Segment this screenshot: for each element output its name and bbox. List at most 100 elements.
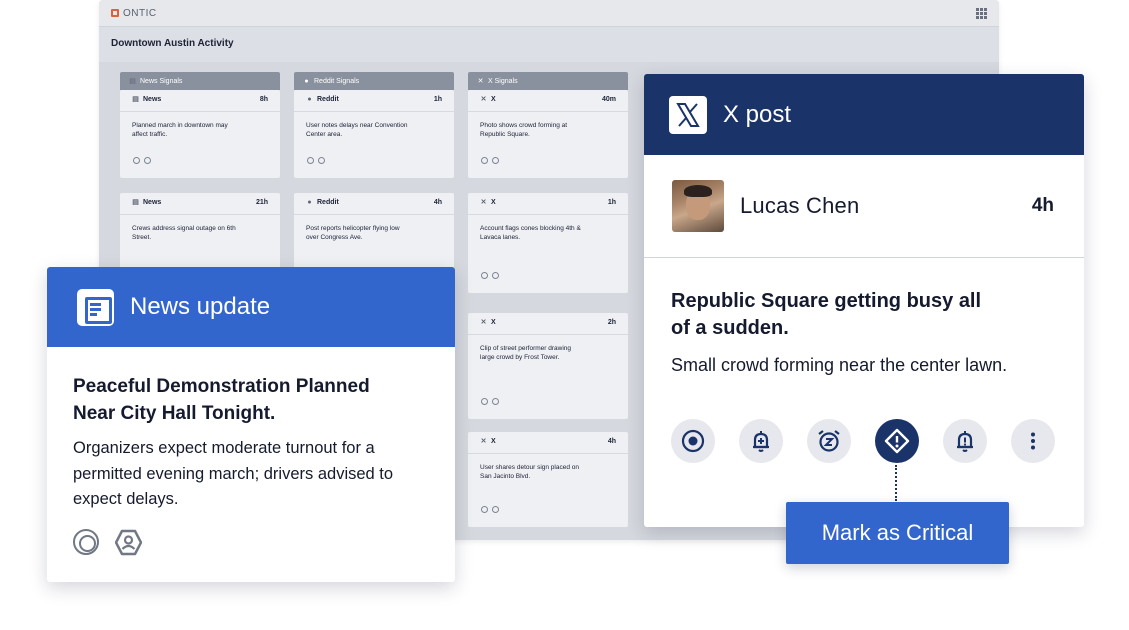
card-source: News [143,199,162,206]
profile-hex-icon[interactable] [114,529,143,556]
profile-icon[interactable] [492,506,499,513]
tooltip-connector [895,465,897,501]
column-label: News Signals [140,77,183,85]
top-bar: ONTIC [99,0,999,27]
card-time: 2h [607,319,616,326]
document-icon: ▤ [129,77,136,85]
news-description: Organizers expect moderate turnout for a… [73,439,394,508]
bell-add-icon [753,431,769,452]
snooze-button[interactable] [807,419,851,463]
news-update-card[interactable]: News update Peaceful Demonstration Plann… [47,267,455,582]
ontic-logo-icon [111,9,119,17]
card-time: 40m [601,96,616,103]
author-row: Lucas Chen 4h [644,155,1084,258]
card-time: 4h [607,438,616,445]
post-actions [671,419,1055,463]
column-header-news[interactable]: ▤ News Signals [120,72,280,90]
card-source: X [491,96,496,103]
apps-grid-icon[interactable] [976,7,987,19]
signal-card[interactable]: ✕ X 2h Clip of street performer drawing la… [468,313,628,419]
column-label: X Signals [488,77,518,85]
card-source: X [491,319,496,326]
alert-bell-icon [957,431,973,452]
card-time: 8h [259,96,268,103]
card-source: Reddit [317,199,339,206]
card-source: X [491,199,496,206]
target-button[interactable] [671,419,715,463]
target-icon[interactable] [307,157,314,164]
signal-card[interactable]: ● Reddit 1h User notes delays near Convent… [294,90,454,178]
news-headline: Peaceful Demonstration Planned Near City… [73,376,370,424]
target-icon[interactable] [481,398,488,405]
more-options-button[interactable] [1011,419,1055,463]
mark-critical-button[interactable] [875,419,919,463]
page-title: Downtown Austin Activity [111,38,234,49]
x-post-card[interactable]: X post Lucas Chen 4h Republic Square get… [644,74,1084,527]
reddit-icon: ● [307,96,312,103]
card-text: Account flags cones blocking 4th & Lavac… [480,225,581,241]
target-icon[interactable] [481,157,488,164]
card-text: Planned march in downtown may affect tra… [132,122,228,138]
brand-name: ONTIC [123,7,157,19]
card-text: Clip of street performer drawing large c… [480,345,572,361]
document-icon: ▤ [132,96,139,103]
news-actions [73,529,143,556]
target-icon[interactable] [481,272,488,279]
card-text: Photo shows crowd forming at Republic Sq… [480,122,568,138]
mark-critical-tooltip: Mark as Critical [786,502,1009,564]
card-time: 21h [255,199,268,206]
x-icon: ✕ [477,77,484,85]
alert-button[interactable] [943,419,987,463]
post-headline: Republic Square getting busy all of a su… [671,290,982,339]
signal-card[interactable]: ▤ News 8h Planned march in downtown may af… [120,90,280,178]
document-icon: ▤ [132,199,139,206]
card-source: News [143,96,162,103]
card-text: Post reports helicopter flying low over … [306,225,400,241]
stage: ONTIC Downtown Austin Activity ▤ News Si… [0,0,1129,630]
news-card-title: News update [130,293,271,320]
signal-card[interactable]: ✕ X 4h User shares detour sign placed on S… [468,432,628,527]
post-time: 4h [1031,195,1054,216]
add-alert-button[interactable] [739,419,783,463]
card-text: User notes delays near Convention Center… [306,122,408,138]
profile-icon[interactable] [144,157,151,164]
signal-card[interactable]: ✕ X 1h Account flags cones blocking 4th & … [468,193,628,293]
profile-icon[interactable] [318,157,325,164]
card-time: 1h [607,199,616,206]
card-time: 4h [433,199,442,206]
x-card-title: X post [723,100,792,128]
target-icon [681,429,705,453]
profile-icon[interactable] [492,272,499,279]
column-header-x[interactable]: ✕ X Signals [468,72,628,90]
author-name[interactable]: Lucas Chen [740,193,1032,219]
column-header-reddit[interactable]: ● Reddit Signals [294,72,454,90]
target-icon[interactable] [481,506,488,513]
profile-icon[interactable] [492,398,499,405]
column-label: Reddit Signals [314,77,360,85]
more-vertical-icon [1031,432,1035,450]
x-icon: ✕ [480,319,487,326]
reddit-icon: ● [307,199,312,206]
target-icon[interactable] [73,529,99,555]
post-description: Small crowd forming near the center lawn… [671,355,1008,375]
document-icon [77,288,114,326]
x-logo-icon [669,95,707,134]
card-source: X [491,438,496,445]
signal-card[interactable]: ✕ X 40m Photo shows crowd forming at Repub… [468,90,628,178]
profile-icon[interactable] [492,157,499,164]
x-icon: ✕ [480,438,487,445]
card-source: Reddit [317,96,339,103]
snooze-alarm-icon [818,430,840,452]
card-time: 1h [433,96,442,103]
reddit-icon: ● [304,77,309,85]
x-card-header: X post [644,74,1084,155]
brand[interactable]: ONTIC [111,8,157,19]
target-icon[interactable] [133,157,140,164]
news-card-header: News update [47,267,455,347]
x-icon: ✕ [480,96,487,103]
critical-diamond-icon [884,428,910,454]
card-text: Crews address signal outage on 6th Stree… [132,225,236,241]
avatar[interactable] [672,180,724,232]
x-icon: ✕ [480,199,487,206]
card-text: User shares detour sign placed on San Ja… [480,464,580,480]
